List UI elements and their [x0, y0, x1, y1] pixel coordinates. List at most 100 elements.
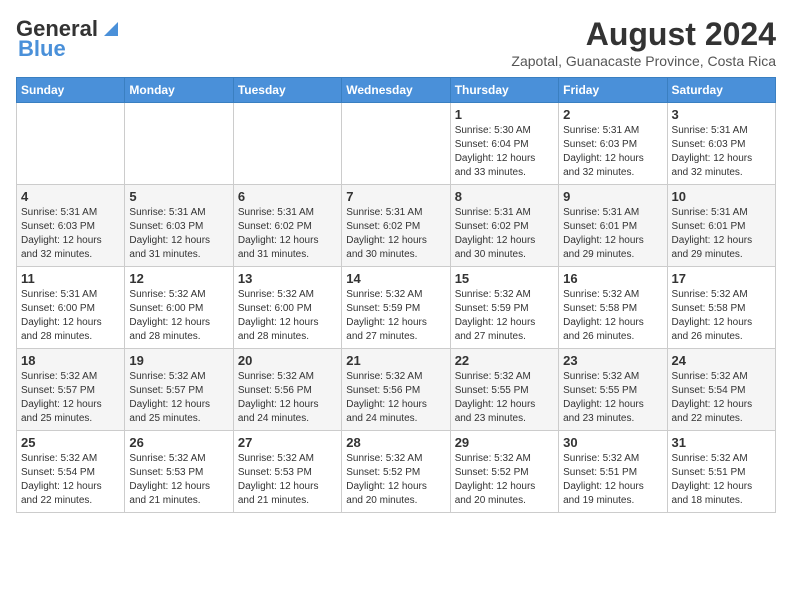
day-number: 12 [129, 271, 228, 286]
week-row-4: 18 Sunrise: 5:32 AM Sunset: 5:57 PM Dayli… [17, 349, 776, 431]
day-info: Sunrise: 5:32 AM Sunset: 6:00 PM Dayligh… [129, 288, 228, 344]
calendar-cell: 26 Sunrise: 5:32 AM Sunset: 5:53 PM Dayli… [125, 431, 233, 513]
day-number: 31 [672, 435, 771, 450]
calendar-cell: 15 Sunrise: 5:32 AM Sunset: 5:59 PM Dayli… [450, 267, 558, 349]
day-number: 24 [672, 353, 771, 368]
day-info: Sunrise: 5:32 AM Sunset: 5:52 PM Dayligh… [346, 452, 445, 508]
day-number: 27 [238, 435, 337, 450]
day-info: Sunrise: 5:31 AM Sunset: 6:01 PM Dayligh… [563, 206, 662, 262]
day-number: 8 [455, 189, 554, 204]
calendar-cell [125, 103, 233, 185]
header-thursday: Thursday [450, 78, 558, 103]
day-info: Sunrise: 5:32 AM Sunset: 5:57 PM Dayligh… [129, 370, 228, 426]
calendar-cell: 6 Sunrise: 5:31 AM Sunset: 6:02 PM Daylig… [233, 185, 341, 267]
calendar-cell: 16 Sunrise: 5:32 AM Sunset: 5:58 PM Dayli… [559, 267, 667, 349]
calendar-cell: 23 Sunrise: 5:32 AM Sunset: 5:55 PM Dayli… [559, 349, 667, 431]
day-number: 3 [672, 107, 771, 122]
day-info: Sunrise: 5:32 AM Sunset: 5:51 PM Dayligh… [563, 452, 662, 508]
subtitle: Zapotal, Guanacaste Province, Costa Rica [511, 53, 776, 69]
day-number: 19 [129, 353, 228, 368]
day-info: Sunrise: 5:31 AM Sunset: 6:03 PM Dayligh… [21, 206, 120, 262]
calendar-cell: 4 Sunrise: 5:31 AM Sunset: 6:03 PM Daylig… [17, 185, 125, 267]
day-info: Sunrise: 5:31 AM Sunset: 6:01 PM Dayligh… [672, 206, 771, 262]
day-info: Sunrise: 5:32 AM Sunset: 5:58 PM Dayligh… [563, 288, 662, 344]
day-number: 11 [21, 271, 120, 286]
day-info: Sunrise: 5:32 AM Sunset: 5:54 PM Dayligh… [21, 452, 120, 508]
day-info: Sunrise: 5:32 AM Sunset: 5:56 PM Dayligh… [346, 370, 445, 426]
day-number: 5 [129, 189, 228, 204]
main-title: August 2024 [511, 16, 776, 53]
calendar-cell: 29Sunrise: 5:32 AM Sunset: 5:52 PM Dayli… [450, 431, 558, 513]
day-number: 7 [346, 189, 445, 204]
header-saturday: Saturday [667, 78, 775, 103]
day-number: 21 [346, 353, 445, 368]
calendar-cell: 11Sunrise: 5:31 AM Sunset: 6:00 PM Dayli… [17, 267, 125, 349]
week-row-1: 1 Sunrise: 5:30 AM Sunset: 6:04 PM Daylig… [17, 103, 776, 185]
day-info: Sunrise: 5:32 AM Sunset: 5:59 PM Dayligh… [455, 288, 554, 344]
day-info: Sunrise: 5:32 AM Sunset: 5:55 PM Dayligh… [455, 370, 554, 426]
day-number: 1 [455, 107, 554, 122]
calendar-cell: 21 Sunrise: 5:32 AM Sunset: 5:56 PM Dayli… [342, 349, 450, 431]
calendar-cell: 17 Sunrise: 5:32 AM Sunset: 5:58 PM Dayli… [667, 267, 775, 349]
day-info: Sunrise: 5:31 AM Sunset: 6:03 PM Dayligh… [129, 206, 228, 262]
week-row-3: 11Sunrise: 5:31 AM Sunset: 6:00 PM Dayli… [17, 267, 776, 349]
title-block: August 2024 Zapotal, Guanacaste Province… [511, 16, 776, 69]
calendar-cell: 9 Sunrise: 5:31 AM Sunset: 6:01 PM Daylig… [559, 185, 667, 267]
header-friday: Friday [559, 78, 667, 103]
day-info: Sunrise: 5:32 AM Sunset: 5:54 PM Dayligh… [672, 370, 771, 426]
calendar-cell: 27 Sunrise: 5:32 AM Sunset: 5:53 PM Dayli… [233, 431, 341, 513]
calendar-cell: 1 Sunrise: 5:30 AM Sunset: 6:04 PM Daylig… [450, 103, 558, 185]
page-header: General Blue August 2024 Zapotal, Guanac… [16, 16, 776, 69]
day-number: 15 [455, 271, 554, 286]
day-number: 16 [563, 271, 662, 286]
day-info: Sunrise: 5:32 AM Sunset: 6:00 PM Dayligh… [238, 288, 337, 344]
calendar-cell [342, 103, 450, 185]
calendar-cell: 3 Sunrise: 5:31 AM Sunset: 6:03 PM Daylig… [667, 103, 775, 185]
day-number: 28 [346, 435, 445, 450]
week-row-5: 25 Sunrise: 5:32 AM Sunset: 5:54 PM Dayli… [17, 431, 776, 513]
day-info: Sunrise: 5:32 AM Sunset: 5:52 PM Dayligh… [455, 452, 554, 508]
calendar-cell: 24 Sunrise: 5:32 AM Sunset: 5:54 PM Dayli… [667, 349, 775, 431]
day-number: 6 [238, 189, 337, 204]
header-wednesday: Wednesday [342, 78, 450, 103]
day-number: 18 [21, 353, 120, 368]
day-info: Sunrise: 5:32 AM Sunset: 5:53 PM Dayligh… [129, 452, 228, 508]
day-info: Sunrise: 5:31 AM Sunset: 6:03 PM Dayligh… [672, 124, 771, 180]
header-monday: Monday [125, 78, 233, 103]
calendar-cell [17, 103, 125, 185]
day-info: Sunrise: 5:31 AM Sunset: 6:03 PM Dayligh… [563, 124, 662, 180]
calendar-cell: 31Sunrise: 5:32 AM Sunset: 5:51 PM Dayli… [667, 431, 775, 513]
calendar-cell: 8Sunrise: 5:31 AM Sunset: 6:02 PM Daylig… [450, 185, 558, 267]
day-number: 26 [129, 435, 228, 450]
day-number: 17 [672, 271, 771, 286]
calendar-cell: 5 Sunrise: 5:31 AM Sunset: 6:03 PM Daylig… [125, 185, 233, 267]
calendar-body: 1 Sunrise: 5:30 AM Sunset: 6:04 PM Daylig… [17, 103, 776, 513]
day-number: 22 [455, 353, 554, 368]
logo-blue: Blue [18, 36, 66, 62]
calendar-cell: 2 Sunrise: 5:31 AM Sunset: 6:03 PM Daylig… [559, 103, 667, 185]
calendar-cell: 30Sunrise: 5:32 AM Sunset: 5:51 PM Dayli… [559, 431, 667, 513]
calendar-cell: 7 Sunrise: 5:31 AM Sunset: 6:02 PM Daylig… [342, 185, 450, 267]
calendar-cell [233, 103, 341, 185]
calendar-cell: 22 Sunrise: 5:32 AM Sunset: 5:55 PM Dayli… [450, 349, 558, 431]
day-number: 2 [563, 107, 662, 122]
calendar-cell: 19 Sunrise: 5:32 AM Sunset: 5:57 PM Dayli… [125, 349, 233, 431]
day-number: 13 [238, 271, 337, 286]
day-info: Sunrise: 5:31 AM Sunset: 6:02 PM Dayligh… [346, 206, 445, 262]
calendar-header-row: SundayMondayTuesdayWednesdayThursdayFrid… [17, 78, 776, 103]
logo-icon [100, 18, 122, 40]
header-tuesday: Tuesday [233, 78, 341, 103]
day-number: 23 [563, 353, 662, 368]
day-info: Sunrise: 5:30 AM Sunset: 6:04 PM Dayligh… [455, 124, 554, 180]
day-number: 20 [238, 353, 337, 368]
day-number: 9 [563, 189, 662, 204]
day-info: Sunrise: 5:32 AM Sunset: 5:58 PM Dayligh… [672, 288, 771, 344]
day-info: Sunrise: 5:31 AM Sunset: 6:02 PM Dayligh… [238, 206, 337, 262]
day-info: Sunrise: 5:32 AM Sunset: 5:55 PM Dayligh… [563, 370, 662, 426]
calendar-cell: 18Sunrise: 5:32 AM Sunset: 5:57 PM Dayli… [17, 349, 125, 431]
week-row-2: 4 Sunrise: 5:31 AM Sunset: 6:03 PM Daylig… [17, 185, 776, 267]
day-number: 25 [21, 435, 120, 450]
day-info: Sunrise: 5:32 AM Sunset: 5:53 PM Dayligh… [238, 452, 337, 508]
day-number: 4 [21, 189, 120, 204]
day-number: 10 [672, 189, 771, 204]
